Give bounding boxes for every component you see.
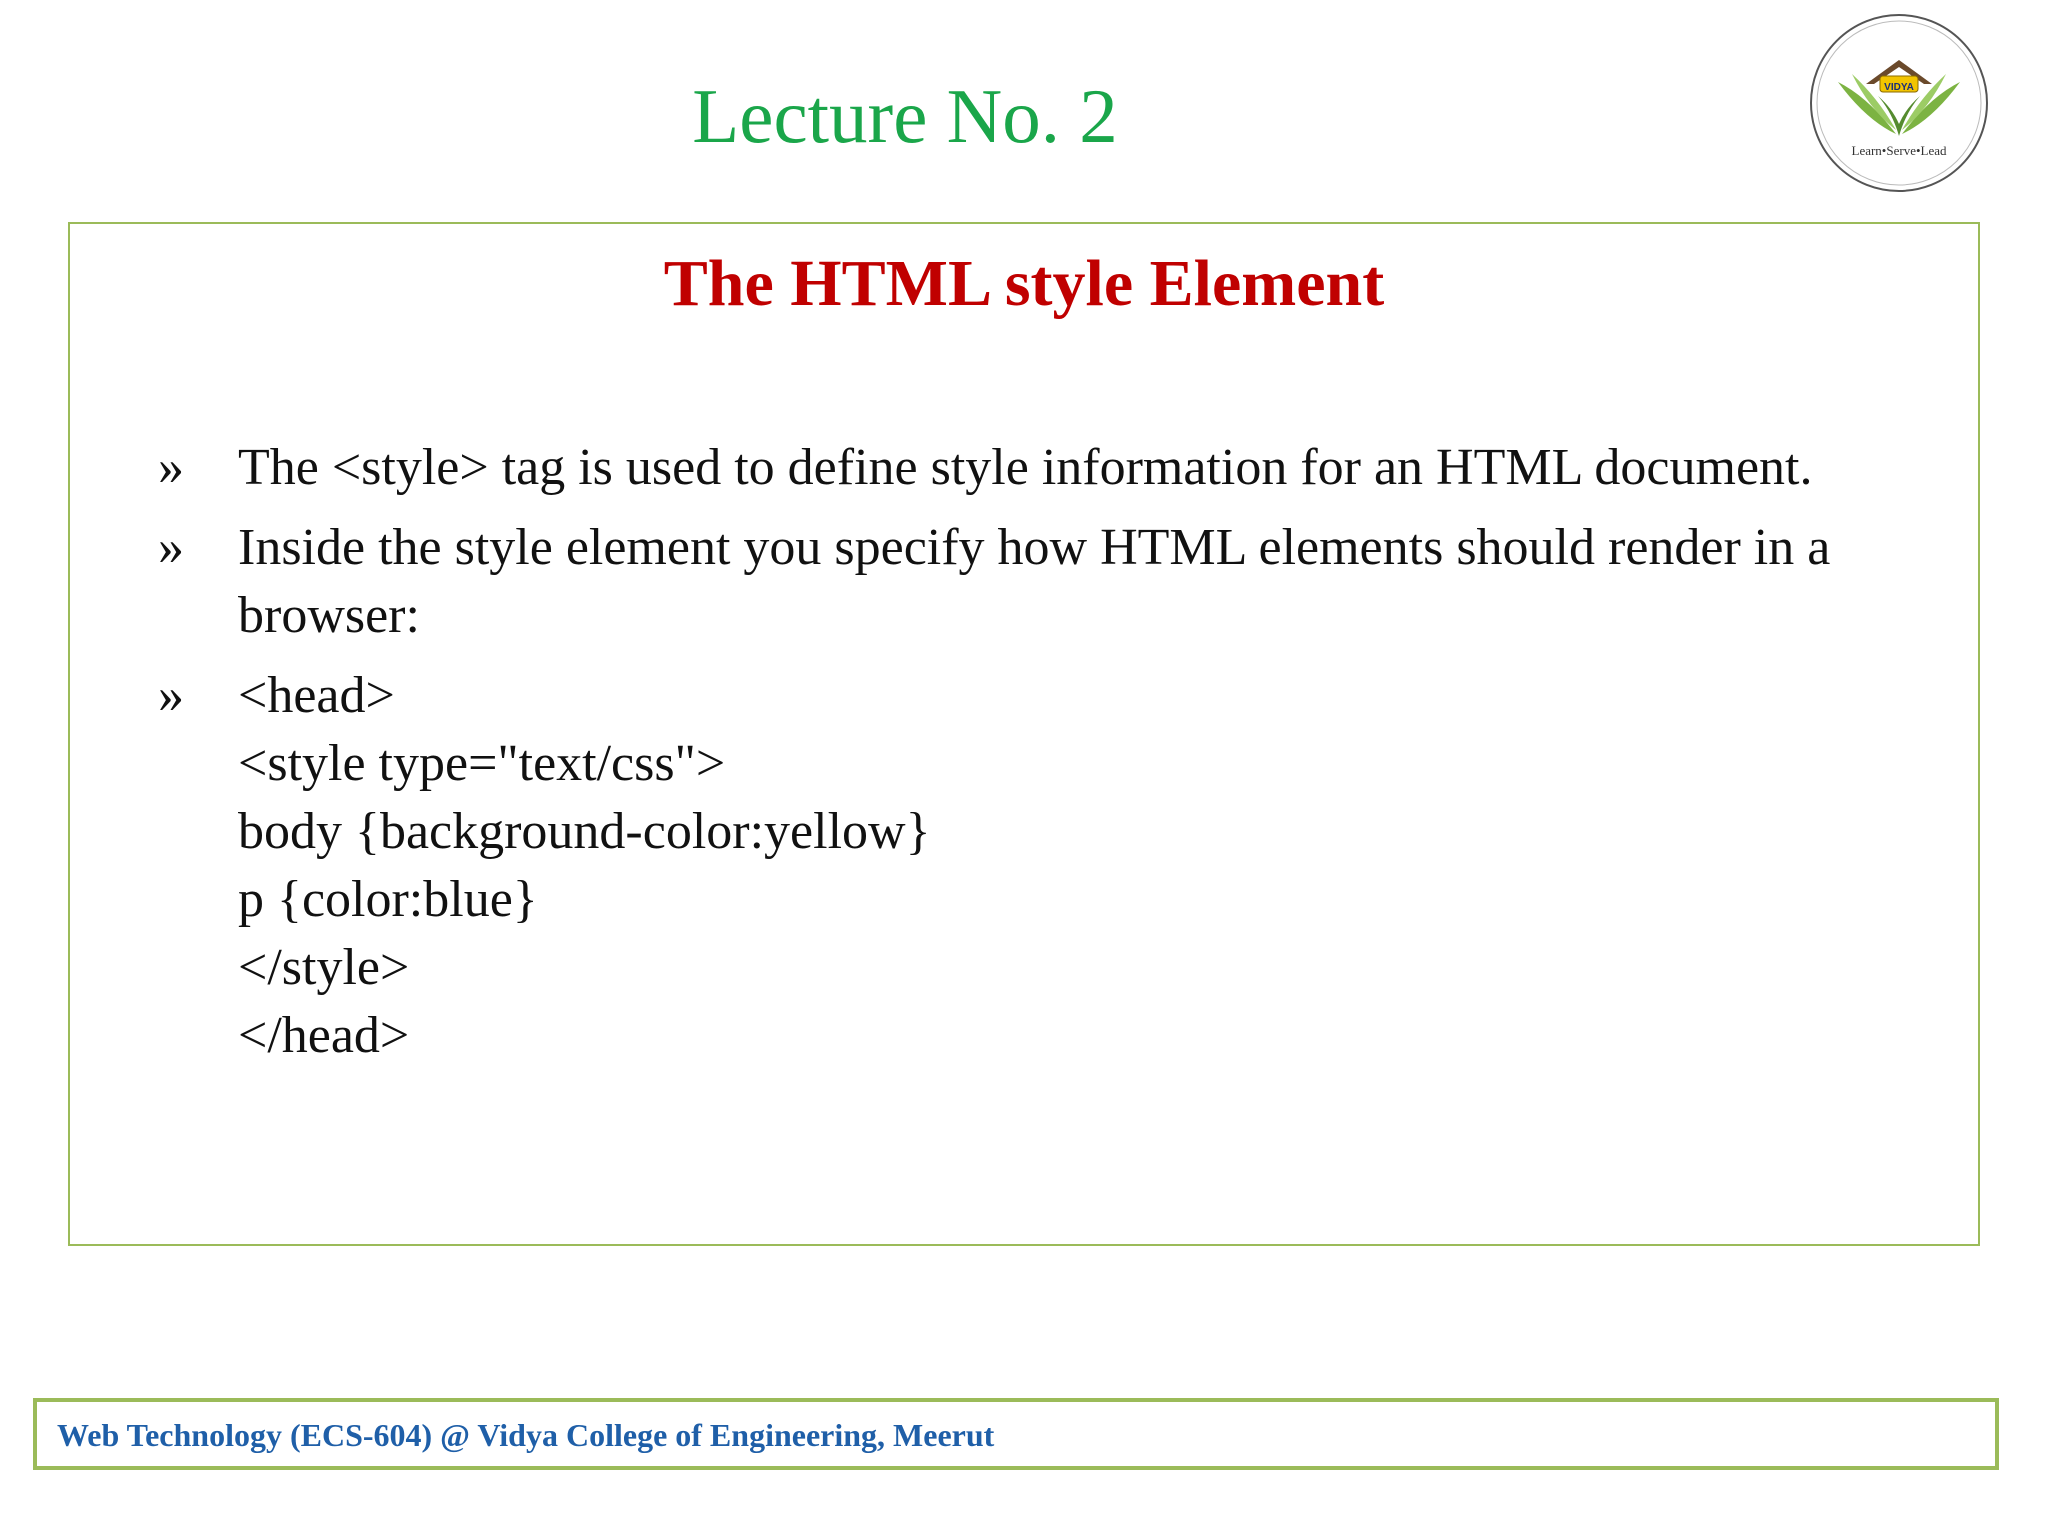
bullet-text-line: browser: xyxy=(238,587,420,644)
footer-text: Web Technology (ECS-604) @ Vidya College… xyxy=(57,1417,995,1453)
code-line: <style type="text/css"> xyxy=(238,735,726,792)
code-line: </head> xyxy=(238,1007,410,1064)
bullet-marker-icon: » xyxy=(158,519,184,576)
bullet-item: » The <style> tag is used to define styl… xyxy=(90,434,1960,502)
section-heading: The HTML style Element xyxy=(663,247,1385,320)
college-logo: VIDYA Learn•Serve•Lead xyxy=(1808,12,1990,194)
code-line: </style> xyxy=(238,939,410,996)
code-line: body {background-color:yellow} xyxy=(238,803,931,860)
bullet-text-line: Inside the style element you specify how… xyxy=(238,519,1831,576)
bullet-marker-icon: » xyxy=(158,667,184,724)
lecture-title: Lecture No. 2 xyxy=(692,73,1118,159)
logo-emblem-icon xyxy=(1810,14,1988,192)
content-box: The HTML style Element » The <style> tag… xyxy=(68,222,1980,1246)
logo-badge-text: VIDYA xyxy=(1884,82,1914,93)
code-line: p {color:blue} xyxy=(238,871,538,928)
bullet-list: » The <style> tag is used to define styl… xyxy=(90,434,1960,1082)
slide: Lecture No. 2 VIDYA Learn•Serve•Lead The… xyxy=(0,0,2048,1536)
code-line: <head> xyxy=(238,667,395,724)
bullet-item: » <head> <style type="text/css"> body {b… xyxy=(90,662,1960,1070)
footer-bar: Web Technology (ECS-604) @ Vidya College… xyxy=(33,1398,1999,1470)
bullet-marker-icon: » xyxy=(158,439,184,496)
bullet-item: » Inside the style element you specify h… xyxy=(90,514,1960,650)
bullet-text-line: The <style> tag is used to define style … xyxy=(238,439,1813,496)
logo-tagline: Learn•Serve•Lead xyxy=(1851,143,1947,158)
